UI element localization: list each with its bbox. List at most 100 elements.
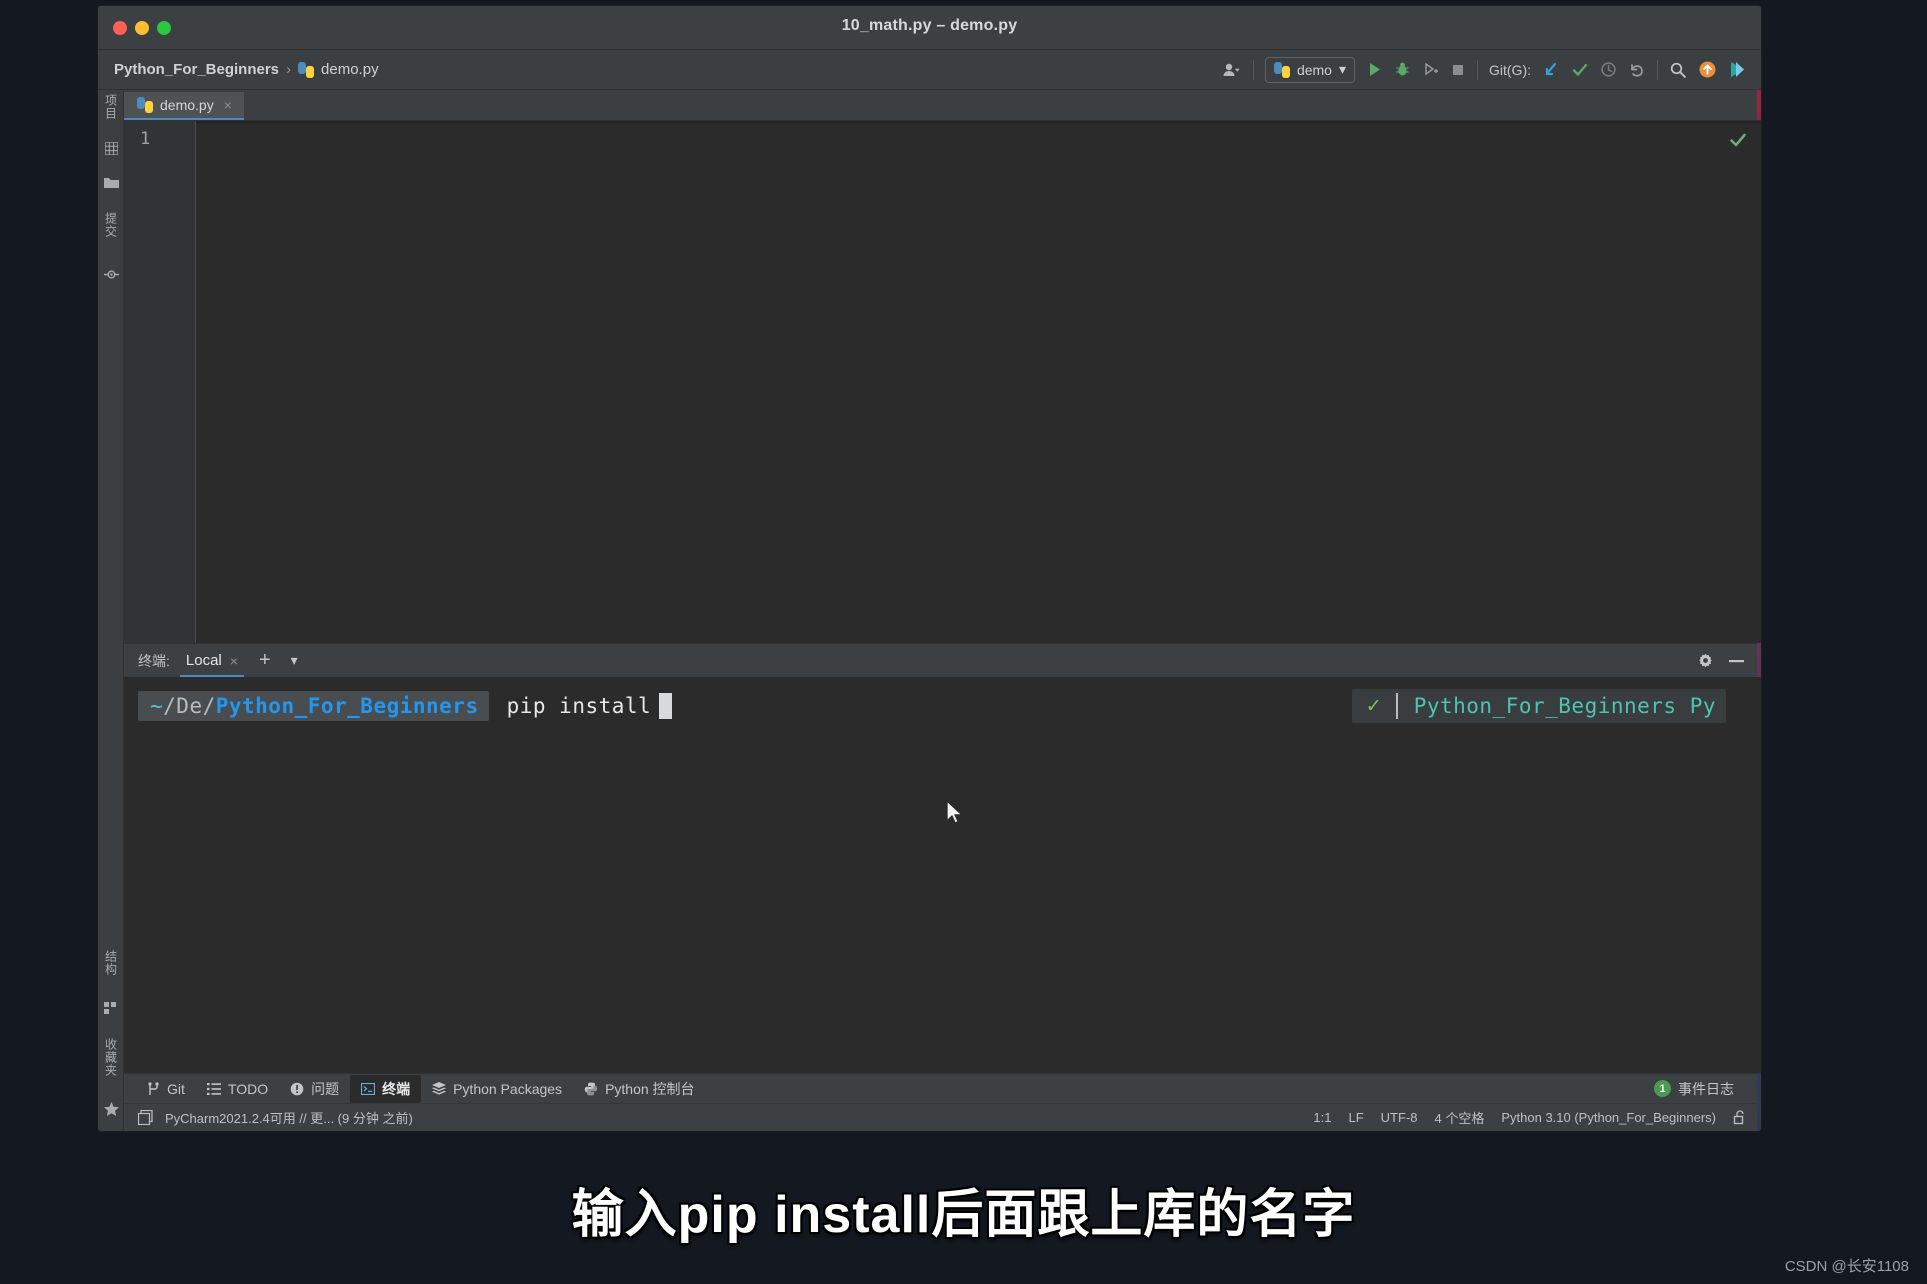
sidebar-item-label: 项目 [103, 94, 118, 120]
python-file-icon [137, 97, 153, 113]
breadcrumb: Python_For_Beginners › demo.py [98, 61, 379, 78]
sidebar-item-structure[interactable]: 结构 [98, 950, 124, 976]
terminal-right-status: ✓ Python_For_Beginners Py [1351, 689, 1726, 723]
close-tab-icon[interactable]: × [224, 97, 232, 113]
tool-window-label: TODO [227, 1080, 269, 1097]
editor-tab-demo-py[interactable]: demo.py × [124, 92, 244, 120]
ide-assistant-icon[interactable] [1728, 60, 1747, 79]
tool-window-event-log[interactable]: 1 事件日志 [1643, 1075, 1745, 1103]
breadcrumb-file[interactable]: demo.py [321, 61, 379, 78]
run-coverage-icon[interactable] [1422, 61, 1439, 78]
mouse-cursor [946, 800, 963, 824]
python-config-icon [1273, 61, 1290, 78]
minimize-dash-icon[interactable] [1728, 659, 1745, 663]
terminal-header: 终端: Local × + ▾ [124, 643, 1761, 678]
prompt-midpath: /De/ [163, 694, 216, 718]
python-interpreter[interactable]: Python 3.10 (Python_For_Beginners) [1501, 1110, 1716, 1125]
update-arrow-circle-icon[interactable] [1698, 60, 1717, 79]
window-title: 10_math.py – demo.py [841, 17, 1018, 34]
event-log-area: 1 事件日志 [1643, 1075, 1761, 1103]
git-commit-check-icon[interactable] [1571, 61, 1589, 79]
tool-window-label: Python Packages [453, 1080, 563, 1097]
editor-tabstrip: demo.py × [124, 90, 1761, 120]
terminal-tab-local[interactable]: Local × [179, 644, 244, 678]
terminal-block-cursor [659, 693, 673, 719]
run-configuration-selector[interactable]: demo ▾ [1264, 56, 1355, 83]
status-bar-right: 1:1 LF UTF-8 4 个空格 Python 3.10 (Python_F… [1313, 1108, 1747, 1127]
breadcrumb-project[interactable]: Python_For_Beginners [114, 61, 279, 78]
chevron-down-icon[interactable]: ▾ [286, 652, 303, 669]
tool-window-label: Git [167, 1080, 185, 1097]
navigation-toolbar: Python_For_Beginners › demo.py demo ▾ Gi… [98, 50, 1761, 90]
status-message[interactable]: PyCharm2021.2.4可用 // 更... (9 分钟 之前) [165, 1108, 413, 1127]
title-bar: 10_math.py – demo.py [98, 6, 1761, 50]
line-separator[interactable]: LF [1349, 1110, 1364, 1125]
tool-window-problems[interactable]: 问题 [279, 1075, 350, 1103]
tool-window-label: 问题 [311, 1080, 340, 1097]
pycharm-window: 10_math.py – demo.py Python_For_Beginner… [98, 6, 1761, 1131]
editor-code-area[interactable] [196, 121, 1761, 643]
terminal-prompt-path: ~/De/Python_For_Beginners [138, 691, 489, 721]
run-play-icon[interactable] [1366, 61, 1383, 78]
prompt-tilde: ~ [150, 694, 164, 718]
folder-icon[interactable] [98, 176, 124, 189]
sidebar-item-project[interactable]: 项目 [98, 94, 124, 120]
file-encoding[interactable]: UTF-8 [1381, 1110, 1418, 1125]
toolbar-divider-3 [1657, 59, 1658, 80]
gear-settings-icon[interactable] [1697, 652, 1714, 669]
terminal-icon [361, 1082, 376, 1095]
inspection-ok-check-icon[interactable] [1729, 131, 1747, 149]
editor-column: demo.py × 1 终端: Local × + ▾ ~/De/Python_… [124, 90, 1761, 1131]
git-branch-icon [148, 1081, 159, 1095]
search-magnifier-icon[interactable] [1669, 61, 1687, 79]
line-number: 1 [140, 129, 151, 149]
tool-window-label: Python 控制台 [605, 1080, 695, 1097]
close-terminal-tab-icon[interactable]: × [230, 653, 238, 669]
main-toolbar: demo ▾ Git(G): [1222, 50, 1761, 89]
terminal-tab-label: Local [185, 652, 222, 669]
sidebar-item-commit[interactable]: 提交 [98, 212, 124, 238]
terminal-actions [1697, 652, 1761, 669]
git-rollback-undo-icon[interactable] [1628, 61, 1646, 79]
editor-tab-label: demo.py [160, 97, 214, 113]
git-history-clock-icon[interactable] [1600, 61, 1617, 78]
terminal-title-label: 终端: [138, 652, 170, 669]
tool-window-label: 终端 [382, 1080, 411, 1097]
user-avatar-icon[interactable] [1222, 62, 1242, 78]
stop-square-icon[interactable] [1450, 62, 1466, 78]
tool-window-terminal[interactable]: 终端 [350, 1074, 422, 1103]
tool-window-python-console[interactable]: Python 控制台 [573, 1075, 705, 1103]
python-file-icon [298, 61, 315, 78]
packages-stack-icon [432, 1082, 447, 1095]
git-update-arrow-icon[interactable] [1542, 61, 1560, 79]
todo-list-icon [206, 1082, 221, 1095]
sidebar-item-label-structure: 结构 [103, 950, 118, 976]
python-console-icon [584, 1082, 598, 1095]
terminal-command-text: pip install [506, 694, 652, 718]
run-config-label: demo [1296, 61, 1332, 78]
tool-window-git[interactable]: Git [136, 1077, 196, 1101]
sidebar-item-label-commit: 提交 [103, 212, 118, 238]
tool-window-python-packages[interactable]: Python Packages [421, 1077, 573, 1101]
toolbar-divider [1252, 59, 1254, 80]
add-plus-icon[interactable]: + [254, 649, 276, 672]
tool-window-todo[interactable]: TODO [196, 1077, 279, 1101]
editor-top-shadow [196, 121, 1761, 125]
notification-window-icon[interactable] [138, 1110, 153, 1125]
terminal-status-text: Python_For_Beginners Py [1413, 694, 1716, 718]
indent-setting[interactable]: 4 个空格 [1435, 1108, 1485, 1127]
commit-icon [98, 268, 124, 281]
toolbar-divider-2 [1477, 59, 1478, 80]
tool-window-bar: Git TODO 问题 终端 Python Packages Python 控制… [124, 1073, 1761, 1103]
sidebar-item-label-favorites: 收藏夹 [103, 1038, 118, 1077]
left-tool-stripe: 项目 提交 结构 收藏夹 [98, 90, 124, 1131]
screenshot-root: 10_math.py – demo.py Python_For_Beginner… [0, 0, 1927, 1284]
chevron-down-icon: ▾ [1338, 61, 1346, 77]
code-editor[interactable]: 1 [124, 120, 1761, 643]
debug-bug-icon[interactable] [1394, 61, 1411, 78]
sidebar-item-favorites[interactable]: 收藏夹 [98, 1038, 124, 1077]
favorites-star-icon [98, 1102, 124, 1117]
caret-position[interactable]: 1:1 [1313, 1110, 1331, 1125]
terminal-output-area[interactable]: ~/De/Python_For_Beginners pip install ✓ … [124, 677, 1761, 1073]
lock-open-icon[interactable] [1733, 1110, 1747, 1125]
